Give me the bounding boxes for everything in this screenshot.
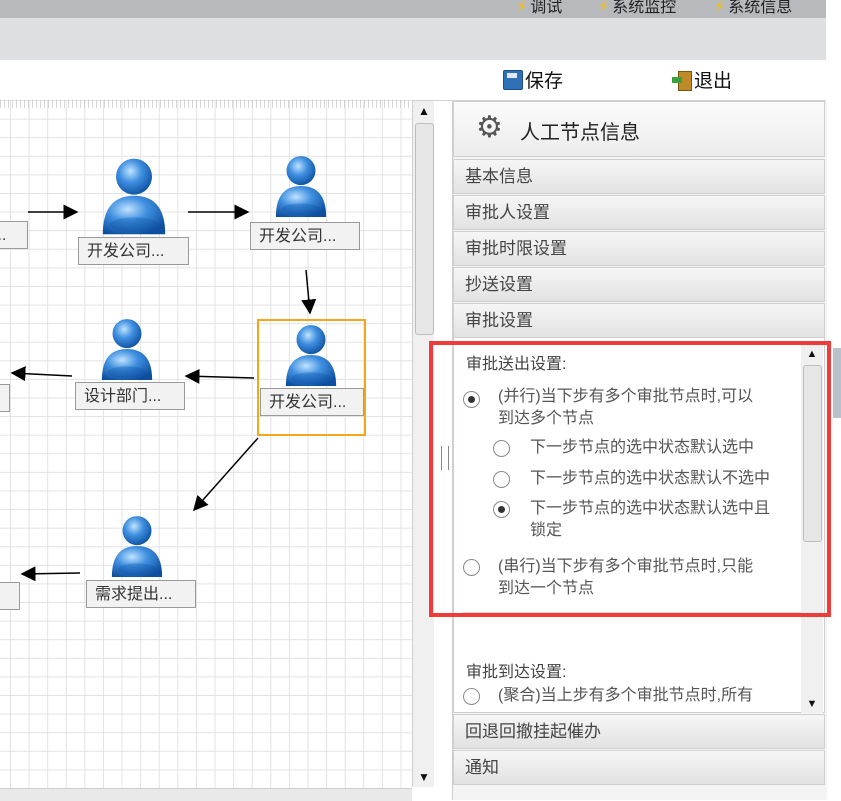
edge-7 xyxy=(20,566,81,582)
panel-title: 人工节点信息 xyxy=(520,122,640,144)
accordion-approval-settings[interactable]: 审批设置 xyxy=(453,303,825,338)
bolt-icon: ⚡ xyxy=(598,0,610,16)
bolt-icon: ⚡ xyxy=(714,0,726,16)
workflow-node-label[interactable]: 设计部门... xyxy=(75,382,185,410)
workflow-canvas[interactable]: ... 开发公司... 开发公司... 设计部门... 开发公司... 需求提出… xyxy=(0,100,412,788)
workflow-node-label[interactable]: . xyxy=(0,582,20,610)
accordion-cc-settings[interactable]: 抄送设置 xyxy=(453,267,825,302)
accordion-time-limit-settings[interactable]: 审批时限设置 xyxy=(453,231,825,266)
accordion-approver-settings[interactable]: 审批人设置 xyxy=(453,195,825,230)
top-bar: ⚡ 调试 ⚡ 系统监控 ⚡ 系统信息 xyxy=(0,0,826,18)
workflow-node-label[interactable]: ... xyxy=(0,221,28,249)
highlight-frame xyxy=(429,341,831,617)
header-band xyxy=(0,18,826,60)
scroll-down-icon[interactable]: ▼ xyxy=(801,695,823,713)
accordion-notification[interactable]: 通知 xyxy=(453,750,825,785)
selected-node-frame[interactable] xyxy=(257,319,366,436)
merge-option-label: (聚合)当上步有多个审批节点时,所有 xyxy=(498,687,754,704)
edge-6 xyxy=(193,437,259,512)
panel-header: ⚙ 人工节点信息 xyxy=(453,101,825,157)
debug-link[interactable]: ⚡ 调试 xyxy=(516,0,562,17)
person-icon xyxy=(111,516,163,577)
scroll-up-icon[interactable]: ▲ xyxy=(413,101,435,121)
edge-3 xyxy=(301,269,317,315)
workflow-node-label[interactable] xyxy=(0,384,10,412)
person-icon xyxy=(102,158,166,235)
gear-icon: ⚙ xyxy=(476,111,503,144)
workflow-node-label[interactable]: 开发公司... xyxy=(78,237,189,265)
connectors xyxy=(10,156,337,582)
edge-4 xyxy=(184,368,255,384)
canvas-horizontal-scrollbar[interactable] xyxy=(0,788,412,801)
system-info-link[interactable]: ⚡ 系统信息 xyxy=(714,0,792,17)
person-icon xyxy=(275,156,327,217)
monitor-link[interactable]: ⚡ 系统监控 xyxy=(598,0,676,17)
ruler xyxy=(0,100,412,108)
bolt-icon: ⚡ xyxy=(516,0,528,16)
arrive-settings-title: 审批到达设置: xyxy=(466,664,567,681)
scroll-thumb[interactable] xyxy=(415,123,434,335)
save-icon xyxy=(503,69,523,90)
exit-icon xyxy=(672,70,692,91)
edge-5 xyxy=(10,366,73,382)
save-button[interactable]: 保存 xyxy=(503,66,563,93)
workflow-node-label[interactable]: 需求提出... xyxy=(86,580,196,608)
merge-radio[interactable] xyxy=(463,688,480,705)
accordion-rollback-settings[interactable]: 回退回撤挂起催办 xyxy=(453,714,825,749)
workflow-node-label[interactable]: 开发公司... xyxy=(250,222,360,250)
exit-button[interactable]: 退出 xyxy=(672,66,732,93)
scroll-down-icon[interactable]: ▼ xyxy=(413,767,435,787)
toolbar: 保存 退出 xyxy=(0,60,826,101)
accordion-basic-info[interactable]: 基本信息 xyxy=(453,159,825,194)
person-icon xyxy=(101,319,153,380)
collapse-tab[interactable] xyxy=(833,348,841,418)
